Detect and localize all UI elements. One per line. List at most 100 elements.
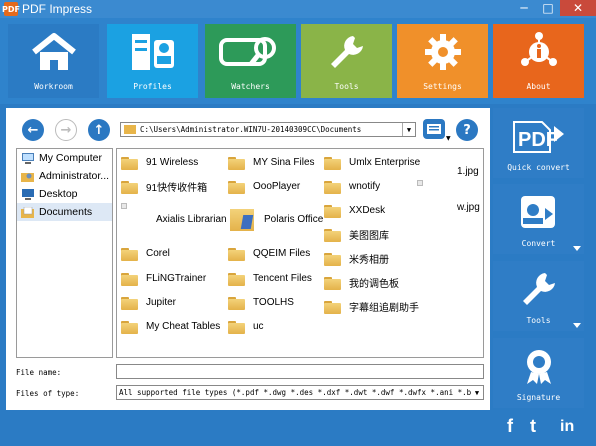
file-name: Tencent Files [253, 272, 312, 284]
file-item[interactable]: Axialis Librarian [121, 209, 227, 229]
file-item[interactable]: FLiNGTrainer [121, 268, 206, 288]
file-item[interactable]: MY Sina Files [228, 152, 315, 172]
minimize-button[interactable]: ─ [512, 0, 536, 16]
profiles-icon [107, 30, 198, 74]
polaris-folder-icon [228, 205, 258, 233]
folder-icon [121, 271, 139, 286]
file-item[interactable]: 美图图库 [324, 224, 389, 244]
file-name: MY Sina Files [253, 156, 315, 168]
signature-button[interactable]: Signature [493, 338, 584, 408]
nav-label: Watchers [231, 82, 270, 91]
convert-button[interactable]: Convert [493, 184, 584, 254]
file-name-field[interactable] [116, 364, 484, 379]
file-name: 米秀相册 [349, 254, 389, 266]
action-label: Convert [521, 239, 556, 248]
app-icon: PDF [2, 2, 20, 16]
dropdown-arrow-icon[interactable] [573, 323, 581, 328]
file-item[interactable]: Polaris Office [228, 204, 323, 234]
wrench-icon [493, 267, 584, 311]
file-name: wnotify [349, 180, 381, 192]
view-dropdown-icon[interactable]: ▼ [446, 135, 451, 142]
wrench-icon [301, 30, 392, 74]
convert-icon [493, 190, 584, 234]
folder-tree[interactable]: My Computer Administrator... Desktop Doc… [16, 148, 113, 358]
twitter-icon[interactable]: t [530, 416, 536, 437]
action-label: Signature [516, 393, 561, 402]
nav-label: Tools [334, 82, 359, 91]
folder-icon [324, 227, 342, 242]
linkedin-icon[interactable]: in [560, 418, 574, 436]
tree-item-documents[interactable]: Documents [17, 203, 112, 221]
documents-icon [21, 206, 34, 218]
folder-icon [121, 155, 139, 170]
folder-icon [121, 179, 139, 194]
file-item[interactable]: TOOLHS [228, 292, 294, 312]
nav-tile-profiles[interactable]: Profiles [107, 24, 198, 98]
file-item[interactable]: uc [228, 316, 264, 336]
close-button[interactable]: ✕ [560, 0, 596, 16]
file-name: Corel [146, 247, 170, 259]
file-item[interactable]: 1.jpg [457, 161, 479, 181]
view-icon [427, 124, 441, 134]
quick-convert-button[interactable]: PDF Quick convert [493, 108, 584, 178]
view-mode-button[interactable] [423, 119, 445, 139]
file-name: OooPlayer [253, 180, 301, 192]
facebook-icon[interactable]: f [507, 416, 513, 437]
nav-tile-settings[interactable]: Settings [397, 24, 488, 98]
folder-icon [228, 155, 246, 170]
file-type-value: All supported file types (*.pdf *.dwg *.… [119, 388, 484, 397]
file-name: 91 Wireless [146, 156, 199, 168]
file-item[interactable]: My Cheat Tables [121, 316, 220, 336]
file-item[interactable]: XXDesk [324, 200, 385, 220]
window-controls: ─ □ ✕ [512, 0, 596, 16]
file-name: 字幕组追剧助手 [349, 302, 419, 314]
file-item[interactable]: 91快传收件箱 [121, 176, 207, 196]
nav-tile-watchers[interactable]: Watchers [205, 24, 296, 98]
gear-icon [397, 30, 488, 74]
file-item[interactable]: Jupiter [121, 292, 176, 312]
back-button[interactable]: ← [22, 119, 44, 141]
nav-tile-about[interactable]: About [493, 24, 584, 98]
file-item[interactable]: 91 Wireless [121, 152, 198, 172]
action-label: Quick convert [507, 163, 570, 172]
folder-icon [228, 271, 246, 286]
file-item[interactable]: 字幕组追剧助手 [324, 296, 419, 316]
file-item[interactable]: 米秀相册 [324, 248, 389, 268]
file-item[interactable]: Tencent Files [228, 268, 312, 288]
maximize-button[interactable]: □ [536, 0, 560, 16]
folder-icon [228, 179, 246, 194]
file-name: Jupiter [146, 296, 177, 308]
folder-icon [324, 251, 342, 266]
tools-button[interactable]: Tools [493, 261, 584, 331]
file-name: w.jpg [457, 201, 480, 213]
tree-item-label: Documents [39, 206, 93, 218]
file-type-label: Files of type: [16, 389, 80, 398]
nav-label: About [526, 82, 551, 91]
chevron-down-icon[interactable]: ▼ [402, 123, 415, 136]
up-folder-button[interactable]: ↑ [88, 119, 110, 141]
file-name: QQEIM Files [253, 247, 311, 259]
forward-button[interactable]: → [55, 119, 77, 141]
tree-item-administrator[interactable]: Administrator... [17, 167, 112, 185]
nav-tile-tools[interactable]: Tools [301, 24, 392, 98]
help-button[interactable]: ? [456, 119, 478, 141]
file-name: My Cheat Tables [146, 320, 221, 332]
app-icon-text: PDF [2, 4, 20, 14]
folder-icon [324, 155, 342, 170]
tree-item-desktop[interactable]: Desktop [17, 185, 112, 203]
path-combobox[interactable]: C:\Users\Administrator.WIN7U-20140309CC\… [120, 122, 416, 137]
nav-tile-workroom[interactable]: Workroom [8, 24, 99, 98]
info-icon [493, 30, 584, 74]
dropdown-arrow-icon[interactable] [573, 246, 581, 251]
file-item[interactable]: w.jpg [457, 197, 480, 217]
tree-item-my-computer[interactable]: My Computer [17, 149, 112, 167]
file-type-select[interactable]: All supported file types (*.pdf *.dwg *.… [116, 385, 484, 400]
file-item[interactable]: QQEIM Files [228, 243, 310, 263]
file-list[interactable]: 91 Wireless 91快传收件箱 Axialis Librarian Co… [116, 148, 484, 358]
file-item[interactable]: 我的调色板 [324, 272, 399, 292]
file-item[interactable]: Corel [121, 243, 170, 263]
signature-icon [493, 344, 584, 388]
file-item[interactable]: OooPlayer [228, 176, 300, 196]
file-item[interactable]: Umlx Enterprise [324, 152, 420, 172]
file-item[interactable]: wnotify [324, 176, 380, 196]
